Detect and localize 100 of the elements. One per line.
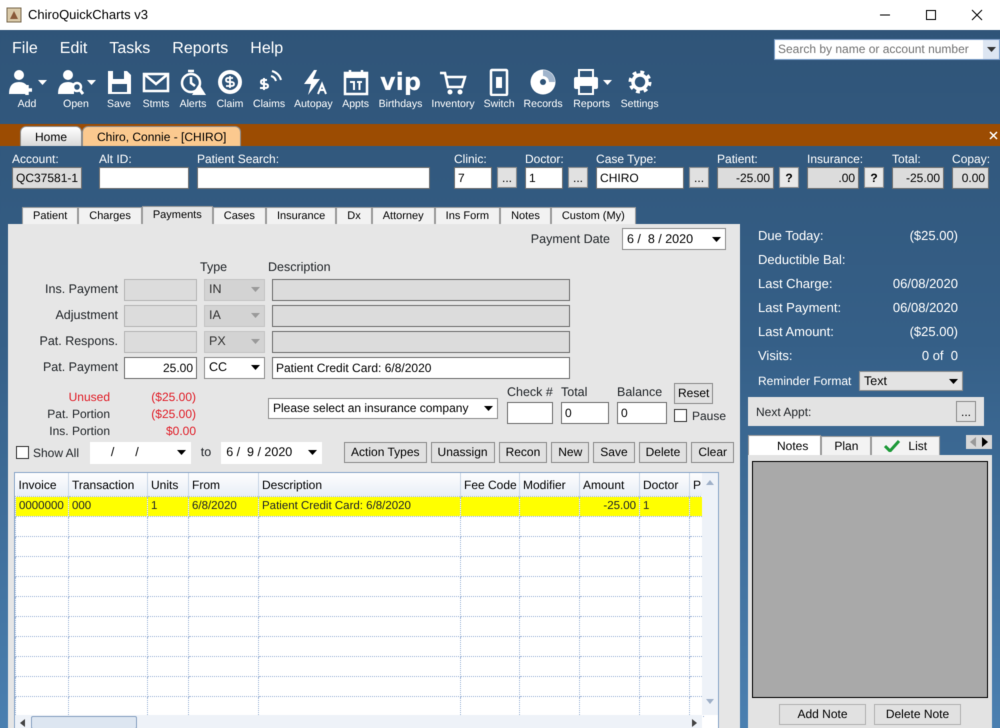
action-button[interactable]: Save	[593, 442, 635, 464]
note-button[interactable]: Add Note	[779, 704, 866, 725]
close-icon[interactable]	[971, 9, 983, 21]
column-header[interactable]: From	[188, 472, 258, 497]
toolbar-button[interactable]: Open	[53, 68, 99, 111]
tab[interactable]: List	[871, 436, 940, 455]
toolbar-button[interactable]: Reports	[568, 68, 615, 111]
horizontal-scrollbar[interactable]	[15, 714, 702, 728]
search-field[interactable]: Search by name or account number	[774, 38, 1000, 60]
column-header[interactable]: Invoice	[16, 472, 68, 497]
dropdown-field[interactable]: CC	[204, 356, 265, 379]
maximize-icon[interactable]	[925, 9, 937, 21]
column-header[interactable]: Amount	[580, 472, 640, 497]
dropdown-field[interactable]: / /	[90, 442, 191, 464]
toolbar-button[interactable]: Alerts	[176, 68, 210, 111]
tab[interactable]: Charges	[78, 207, 142, 224]
action-button[interactable]: Clear	[691, 442, 734, 464]
note-button[interactable]: Delete Note	[874, 704, 961, 725]
field-label: Next Appt:	[756, 404, 812, 420]
input-field[interactable]: Patient Credit Card: 6/8/2020	[272, 356, 570, 379]
tab[interactable]: Attorney	[372, 207, 435, 224]
document-tab[interactable]: Chiro, Connie - [CHIRO]	[82, 126, 242, 146]
tab[interactable]: Patient	[22, 207, 78, 224]
dropdown-field[interactable]: Text	[859, 371, 963, 391]
toolbar-button[interactable]: Stmts	[139, 68, 173, 111]
input-field[interactable]	[507, 402, 553, 424]
help-button[interactable]: ?	[864, 167, 884, 188]
menu-item[interactable]: Reports	[164, 37, 236, 61]
column-header[interactable]: Units	[148, 472, 188, 497]
action-button[interactable]: Action Types	[344, 442, 427, 464]
tab[interactable]: Notes	[500, 207, 551, 224]
tab[interactable]: Plan	[821, 436, 872, 455]
input-field[interactable]: .00	[807, 167, 860, 189]
menu-item[interactable]: Edit	[52, 37, 96, 61]
input-field[interactable]: 0.00	[952, 167, 990, 189]
checkbox[interactable]	[16, 446, 29, 460]
input-field[interactable]	[99, 167, 189, 189]
right-arrow-icon[interactable]	[982, 437, 988, 447]
menu-item[interactable]: Tasks	[101, 37, 158, 61]
input-field[interactable]: -25.00	[717, 167, 774, 189]
menu-item[interactable]: Help	[242, 37, 292, 61]
tab[interactable]: Insurance	[266, 207, 336, 224]
browse-button[interactable]: ...	[497, 167, 518, 188]
toolbar-button[interactable]: Appts	[338, 68, 373, 111]
document-tab[interactable]: Home	[20, 126, 82, 146]
column-header[interactable]: Transaction	[68, 472, 148, 497]
input-field[interactable]: CHIRO	[596, 167, 684, 189]
help-button[interactable]: ?	[779, 167, 800, 188]
column-header[interactable]: Modifier	[520, 472, 580, 497]
tab[interactable]: Notes	[748, 435, 822, 455]
toolbar-button[interactable]: Claim	[213, 68, 247, 111]
browse-button[interactable]: ...	[956, 401, 976, 422]
input-field[interactable]: 0	[561, 402, 609, 424]
column-header[interactable]: Doctor	[640, 472, 690, 497]
action-button[interactable]: Recon	[498, 442, 548, 464]
input-field[interactable]: 0	[617, 402, 667, 424]
toolbar-button[interactable]: Records	[520, 68, 566, 111]
table-row[interactable]: 0000000 000 1 6/8/2020 Patient Credit Card: 6/8/2020 -25.00 1	[16, 496, 704, 517]
action-button[interactable]: Unassign	[430, 442, 495, 464]
browse-button[interactable]: ...	[568, 167, 588, 188]
tab[interactable]: Custom (My)	[550, 207, 636, 224]
scroll-thumb[interactable]	[31, 716, 137, 728]
dropdown-field[interactable]: 6 / 9 / 2020	[221, 442, 322, 464]
checkbox[interactable]	[674, 409, 687, 422]
toolbar-button[interactable]: Settings	[618, 68, 662, 111]
toolbar-button[interactable]: Save	[102, 68, 136, 111]
dollar-coin-icon	[216, 68, 244, 96]
tab[interactable]: Cases	[212, 207, 266, 224]
input-field[interactable]: QC37581-1	[12, 167, 82, 189]
input-field[interactable]: 7	[454, 167, 492, 189]
toolbar-button[interactable]: Switch	[480, 68, 518, 111]
toolbar-button[interactable]: Inventory	[428, 68, 478, 111]
action-button[interactable]: Delete	[638, 442, 688, 464]
dropdown-arrow-icon	[602, 80, 612, 84]
action-button[interactable]: New	[551, 442, 590, 464]
toolbar-button[interactable]: Autopay	[291, 68, 336, 111]
toolbar-button[interactable]: vip Birthdays	[376, 68, 426, 111]
reset-button[interactable]: Reset	[674, 382, 714, 404]
dropdown-field[interactable]: Please select an insurance company	[268, 398, 498, 419]
input-field[interactable]	[197, 167, 430, 189]
tab[interactable]: Dx	[336, 207, 372, 224]
caret-icon	[949, 378, 958, 384]
field-label: Check #	[507, 384, 553, 401]
summary-label: Last Payment:	[758, 299, 842, 318]
checkmark-icon	[884, 440, 900, 452]
field-label: Reminder Format	[758, 373, 852, 390]
column-header[interactable]: Description	[258, 472, 460, 497]
input-field[interactable]: 25.00	[124, 356, 197, 379]
input-field[interactable]: 1	[525, 167, 564, 189]
column-header[interactable]: Fee Code	[460, 472, 520, 497]
menu-item[interactable]: File	[4, 37, 46, 61]
toolbar-button[interactable]: Add	[4, 68, 50, 111]
tab[interactable]: Ins Form	[434, 207, 500, 224]
input-field[interactable]: -25.00	[892, 167, 944, 189]
browse-button[interactable]: ...	[689, 167, 710, 188]
table-cell: 000	[68, 496, 148, 517]
summary-label: Visits:	[758, 347, 792, 366]
tab[interactable]: Payments	[142, 206, 213, 224]
toolbar-button[interactable]: Claims	[250, 68, 288, 111]
dropdown-field[interactable]: 6 / 8 / 2020	[622, 228, 726, 250]
